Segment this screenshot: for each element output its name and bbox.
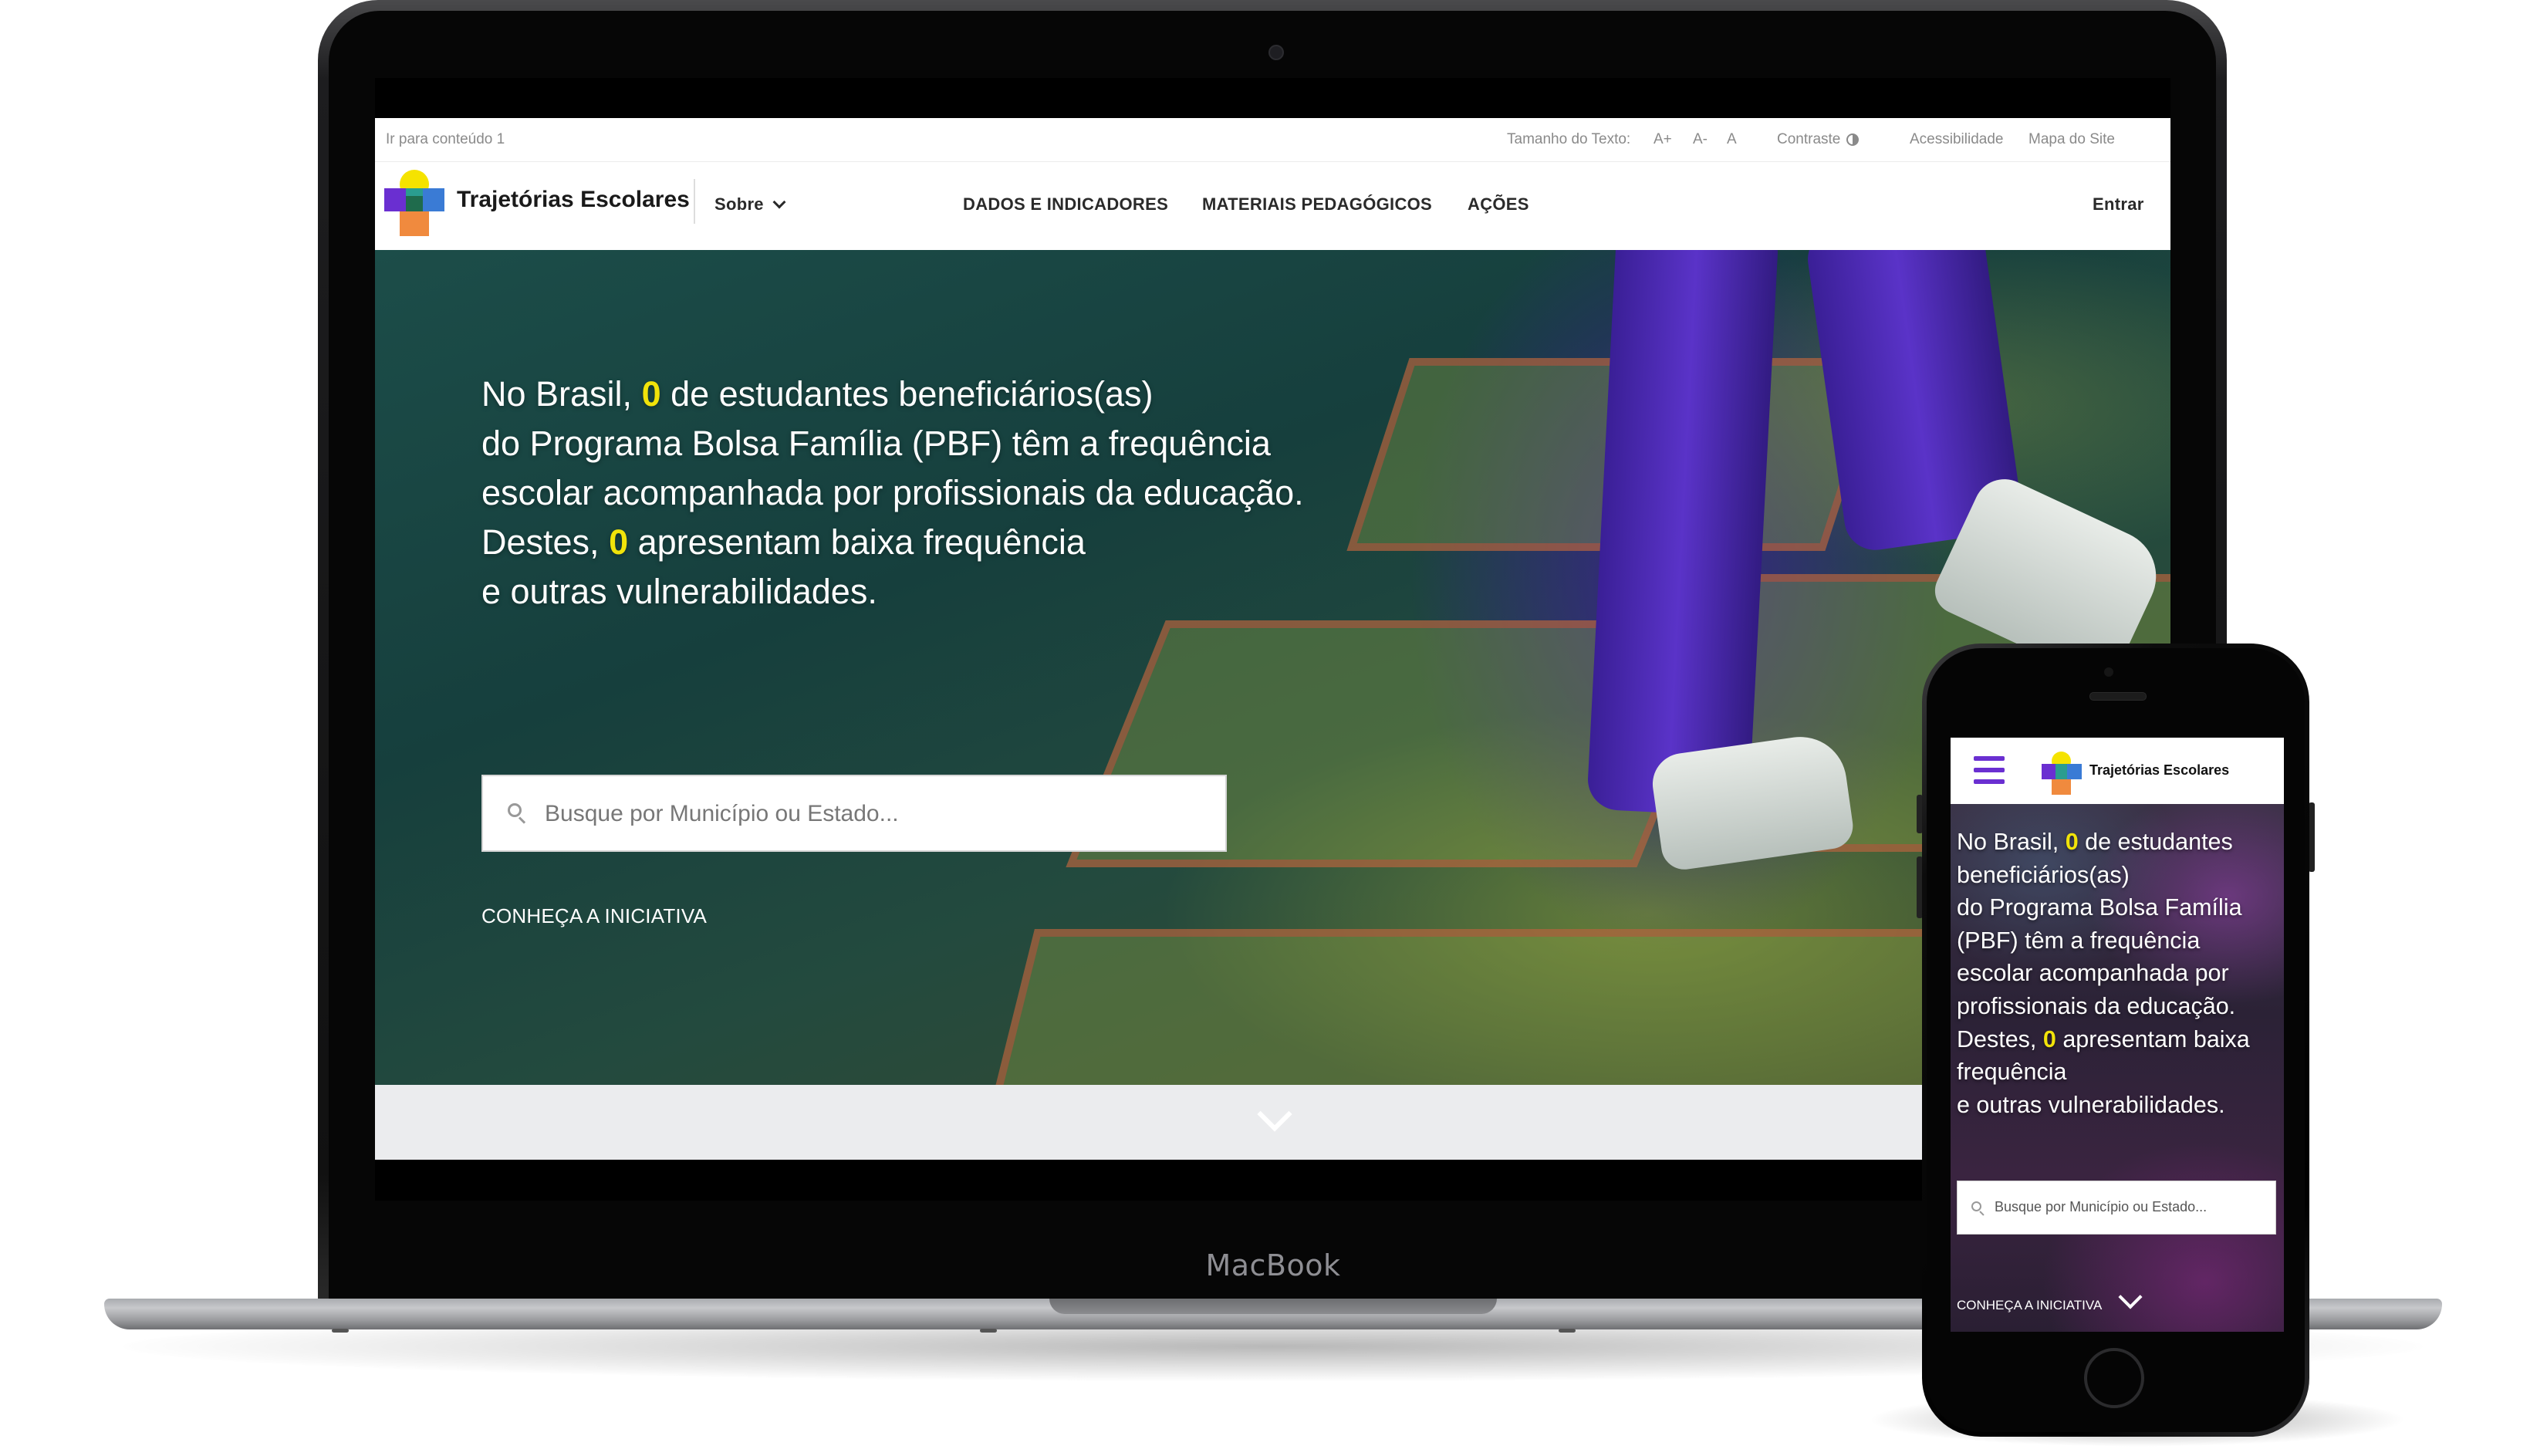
hero-text-fragment: Destes, (1957, 1025, 2043, 1052)
hero-text-fragment: Destes, (481, 522, 610, 562)
nav-about-label: Sobre (714, 194, 764, 214)
mobile-search-placeholder: Busque por Município ou Estado... (1995, 1199, 2208, 1214)
nav-divider (694, 179, 695, 224)
laptop-screen: Ir para conteúdo 1 Tamanho do Texto: A+ … (375, 78, 2170, 1201)
mobile-search-input[interactable]: Busque por Município ou Estado... (1957, 1181, 2276, 1235)
utility-bar: Ir para conteúdo 1 Tamanho do Texto: A+ … (375, 118, 2170, 162)
search-input[interactable]: Busque por Município ou Estado... (481, 775, 1227, 852)
login-link[interactable]: Entrar (2093, 194, 2144, 215)
hero-line-3: escolar acompanhada por profissionais da… (481, 473, 1304, 512)
contrast-toggle[interactable]: Contraste (1777, 131, 1860, 148)
mobile-hero-line: frequência (1957, 1059, 2067, 1086)
brand-logo-icon[interactable] (2042, 752, 2082, 795)
laptop-label: MacBook (1205, 1248, 1341, 1282)
desktop-site: Ir para conteúdo 1 Tamanho do Texto: A+ … (375, 118, 2170, 1160)
hero-text-fragment: de estudantes beneficiários(as) (660, 374, 1154, 414)
low-attendance-count: 0 (609, 522, 629, 562)
hero-line-2: do Programa Bolsa Família (PBF) têm a fr… (481, 424, 1271, 463)
search-icon-handle (518, 816, 526, 824)
chevron-down-icon[interactable] (1257, 1096, 1292, 1132)
contrast-icon (1846, 133, 1860, 146)
hero-line-1: No Brasil, 0 de estudantes beneficiários… (481, 370, 1407, 419)
mobile-hero-line: e outras vulnerabilidades. (1957, 1091, 2225, 1118)
search-icon (508, 803, 522, 817)
nav-about-dropdown[interactable]: Sobre (714, 194, 786, 215)
phone-home-button (2084, 1348, 2144, 1408)
mobile-hero-line: escolar acompanhada por (1957, 960, 2229, 987)
laptop-foot (1559, 1329, 1576, 1333)
mobile-hero-line: No Brasil, 0 de estudantes (1957, 826, 2281, 859)
hero-text-fragment: No Brasil, (481, 374, 642, 414)
main-navbar: Trajetórias Escolares Sobre DADOS E INDI… (375, 162, 2170, 250)
skip-to-content-link[interactable]: Ir para conteúdo 1 (386, 131, 505, 148)
learn-initiative-link[interactable]: CONHEÇA A INICIATIVA (481, 904, 707, 928)
phone-screen: Trajetórias Escolares No Brasil, 0 de es… (1951, 738, 2284, 1332)
mobile-hero-line: Destes, 0 apresentam baixa (1957, 1023, 2281, 1056)
laptop-camera (1268, 45, 1284, 60)
text-size-increase-button[interactable]: A+ (1654, 131, 1672, 148)
phone-camera (2104, 667, 2113, 677)
brand-logo-icon[interactable] (384, 170, 444, 236)
nav-link-acoes[interactable]: AÇÕES (1468, 194, 1529, 215)
hero-section: No Brasil, 0 de estudantes beneficiários… (375, 250, 2170, 1085)
mobile-hero-section: No Brasil, 0 de estudantes beneficiários… (1951, 804, 2284, 1332)
hero-line-5: e outras vulnerabilidades. (481, 572, 877, 611)
laptop-notch (1049, 1299, 1497, 1314)
mobile-hero-line: beneficiários(as) (1957, 861, 2130, 888)
phone-power-button (2309, 802, 2315, 872)
mobile-navbar: Trajetórias Escolares (1951, 738, 2284, 804)
hero-headline: No Brasil, 0 de estudantes beneficiários… (481, 370, 1407, 617)
hero-text-fragment: apresentam baixa frequência (628, 522, 1086, 562)
chevron-down-icon[interactable] (2118, 1285, 2143, 1309)
hero-text-fragment: No Brasil, (1957, 829, 2066, 855)
leg-left (1586, 250, 1780, 817)
students-count: 0 (641, 374, 661, 414)
mobile-brand-name[interactable]: Trajetórias Escolares (2089, 762, 2229, 779)
low-attendance-count: 0 (2042, 1025, 2056, 1052)
text-size-decrease-button[interactable]: A- (1693, 131, 1708, 148)
chevron-down-icon (772, 195, 786, 209)
hero-line-4: Destes, 0 apresentam baixa frequência (481, 518, 1407, 567)
hero-text-fragment: de estudantes (2078, 829, 2233, 855)
laptop-foot (980, 1329, 997, 1333)
students-count: 0 (2065, 829, 2079, 855)
mobile-hero-line: do Programa Bolsa Família (1957, 894, 2242, 921)
search-icon-handle (1979, 1211, 1985, 1216)
mobile-hero-headline: No Brasil, 0 de estudantes beneficiários… (1957, 826, 2281, 1121)
contrast-label: Contraste (1777, 131, 1841, 147)
hero-text-fragment: apresentam baixa (2056, 1025, 2250, 1052)
text-size-reset-button[interactable]: A (1727, 131, 1737, 148)
mobile-learn-initiative-link[interactable]: CONHEÇA A INICIATIVA (1957, 1298, 2102, 1313)
brand-name[interactable]: Trajetórias Escolares (457, 187, 690, 213)
laptop-foot (332, 1329, 349, 1333)
mobile-hero-line: (PBF) têm a frequência (1957, 927, 2201, 954)
hamburger-menu-icon[interactable] (1974, 755, 2005, 785)
sitemap-link[interactable]: Mapa do Site (2028, 131, 2115, 148)
accessibility-link[interactable]: Acessibilidade (1910, 131, 2003, 148)
nav-link-dados[interactable]: DADOS E INDICADORES (963, 194, 1168, 215)
phone-speaker (2089, 692, 2147, 701)
search-placeholder: Busque por Município ou Estado... (545, 801, 899, 826)
text-size-label: Tamanho do Texto: (1507, 131, 1631, 147)
mobile-hero-line: profissionais da educação. (1957, 992, 2236, 1019)
scroll-down-strip (375, 1085, 2170, 1160)
nav-link-materiais[interactable]: MATERIAIS PEDAGÓGICOS (1202, 194, 1432, 215)
